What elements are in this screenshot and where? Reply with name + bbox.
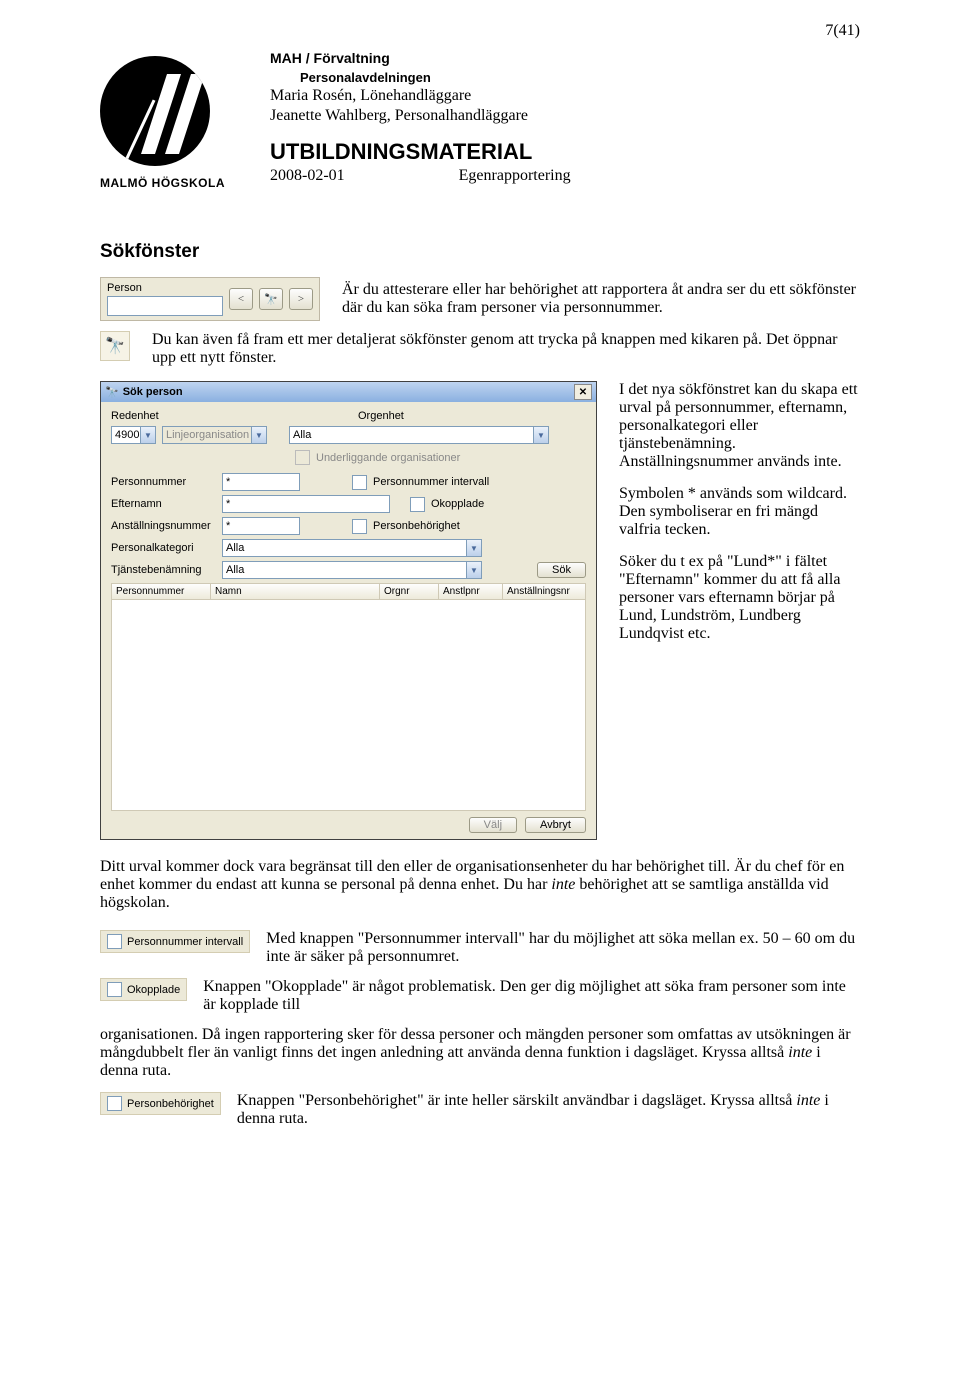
pkat-label: Personalkategori — [111, 542, 216, 554]
redenhet-label: Redenhet — [111, 410, 216, 422]
anstnr-label: Anställningsnummer — [111, 520, 216, 532]
chevron-down-icon: ▼ — [466, 562, 481, 578]
underliggande-checkbox — [295, 450, 310, 465]
binoculars-button[interactable]: 🔭 — [259, 288, 283, 310]
header-text: MAH / Förvaltning Personalavdelningen Ma… — [270, 50, 860, 201]
okopplade-icon-label: Okopplade — [127, 984, 180, 996]
pnr-intervall-icon-block: Personnummer intervall — [100, 930, 250, 953]
pnr-input[interactable]: * — [222, 473, 300, 491]
ital-inte-2: inte — [788, 1044, 812, 1061]
doc-date: 2008-02-01 — [270, 167, 345, 184]
person-label: Person — [107, 282, 223, 294]
chevron-down-icon: ▼ — [466, 540, 481, 556]
chevron-down-icon: ▼ — [533, 427, 548, 443]
linjeorg-dropdown: Linjeorganisation▼ — [162, 426, 267, 444]
checkbox-icon — [107, 934, 122, 949]
pnr-intervall-icon-label: Personnummer intervall — [127, 936, 243, 948]
okopplade-row: Okopplade Knappen "Okopplade" är något p… — [100, 978, 860, 1014]
malmo-logo-text: MALMÖ HÖGSKOLA — [100, 176, 270, 190]
okopplade-checkbox[interactable] — [410, 497, 425, 512]
dept-line: Personalavdelningen — [300, 70, 860, 85]
binoc-paragraph: Du kan även få fram ett mer detaljerat s… — [152, 331, 860, 367]
side-p3: Söker du t ex på "Lund*" i fältet "Efter… — [619, 553, 860, 643]
col-anstlpnr[interactable]: Anstlpnr — [439, 583, 503, 600]
personbehorighet-label: Personbehörighet — [373, 520, 460, 532]
orgenhet-dropdown[interactable]: Alla▼ — [289, 426, 549, 444]
redenhet-dropdown[interactable]: 4900▼ — [111, 426, 156, 444]
underliggande-label: Underliggande organisationer — [316, 452, 460, 464]
section-heading: Sökfönster — [100, 241, 860, 263]
personbehorighet-text: Knappen "Personbehörighet" är inte helle… — [237, 1092, 860, 1128]
orgenhet-label: Orgenhet — [358, 410, 463, 422]
person-input[interactable] — [107, 296, 223, 316]
material-title: UTBILDNINGSMATERIAL — [270, 139, 860, 165]
side-text: I det nya sökfönstret kan du skapa ett u… — [619, 381, 860, 657]
side-p1: I det nya sökfönstret kan du skapa ett u… — [619, 381, 860, 471]
binoc-row: 🔭 Du kan även få fram ett mer detaljerat… — [100, 331, 860, 367]
chevron-down-icon: ▼ — [140, 427, 155, 443]
pnr-intervall-text: Med knappen "Personnummer intervall" har… — [266, 930, 860, 966]
personbehorighet-row: Personbehörighet Knappen "Personbehörigh… — [100, 1092, 860, 1128]
dialog-titlebar: 🔭 Sök person ✕ — [101, 382, 596, 402]
dialog-title: Sök person — [123, 386, 183, 398]
binoculars-icon: 🔭 — [100, 331, 130, 361]
ital-inte-1: inte — [551, 876, 575, 893]
tjb-label: Tjänstebenämning — [111, 564, 216, 576]
date-subject: 2008-02-01 Egenrapportering — [270, 167, 860, 185]
col-anstallningsnr[interactable]: Anställningsnr — [503, 583, 586, 600]
document-header: MALMÖ HÖGSKOLA MAH / Förvaltning Persona… — [100, 50, 860, 201]
checkbox-icon — [107, 982, 122, 997]
results-header: Personnummer Namn Orgnr Anstlpnr Anställ… — [111, 583, 586, 600]
personbehorighet-checkbox[interactable] — [352, 519, 367, 534]
personbehorighet-icon-block: Personbehörighet — [100, 1092, 221, 1115]
author-1: Maria Rosén, Lönehandläggare — [270, 87, 860, 105]
pnr-intervall-checkbox[interactable] — [352, 475, 367, 490]
valj-button[interactable]: Välj — [469, 817, 517, 833]
dialog-title-icon: 🔭 — [105, 386, 119, 399]
doc-subject: Egenrapportering — [459, 167, 571, 184]
logo-column: MALMÖ HÖGSKOLA — [100, 50, 270, 201]
sok-button[interactable]: Sök — [537, 562, 586, 578]
checkbox-icon — [107, 1096, 122, 1111]
personbehorighet-icon-label: Personbehörighet — [127, 1098, 214, 1110]
body-p1: Ditt urval kommer dock vara begränsat ti… — [100, 858, 860, 912]
nav-prev-button[interactable]: < — [229, 288, 253, 310]
dialog-body: Redenhet Orgenhet 4900▼ Linjeorganisatio… — [101, 402, 596, 839]
col-orgnr[interactable]: Orgnr — [380, 583, 439, 600]
dialog-row: 🔭 Sök person ✕ Redenhet Orgenhet 4900▼ Li… — [100, 381, 860, 840]
col-namn[interactable]: Namn — [211, 583, 380, 600]
side-p2: Symbolen * används som wildcard. Den sym… — [619, 485, 860, 539]
search-person-dialog: 🔭 Sök person ✕ Redenhet Orgenhet 4900▼ Li… — [100, 381, 597, 840]
anstnr-input[interactable]: * — [222, 517, 300, 535]
person-search-row: Person < 🔭 > Är du attesterare eller har… — [100, 277, 860, 321]
pnr-intervall-row: Personnummer intervall Med knappen "Pers… — [100, 930, 860, 966]
okopplade-label: Okopplade — [431, 498, 484, 510]
ital-inte-3: inte — [796, 1092, 820, 1109]
person-mini-widget: Person < 🔭 > — [100, 277, 320, 321]
pnr-intervall-label: Personnummer intervall — [373, 476, 489, 488]
intro-paragraph: Är du attesterare eller har behörighet a… — [342, 281, 860, 317]
tjb-dropdown[interactable]: Alla▼ — [222, 561, 482, 579]
efternamn-input[interactable]: * — [222, 495, 390, 513]
pnr-label: Personnummer — [111, 476, 216, 488]
col-personnummer[interactable]: Personnummer — [111, 583, 211, 600]
okopplade-continuation: organisationen. Då ingen rapportering sk… — [100, 1026, 860, 1080]
efternamn-label: Efternamn — [111, 498, 216, 510]
author-2: Jeanette Wahlberg, Personalhandläggare — [270, 107, 860, 125]
results-body — [111, 600, 586, 811]
nav-next-button[interactable]: > — [289, 288, 313, 310]
chevron-down-icon: ▼ — [251, 427, 266, 443]
malmo-logo-mark — [100, 56, 210, 166]
close-icon[interactable]: ✕ — [574, 384, 592, 400]
avbryt-button[interactable]: Avbryt — [525, 817, 586, 833]
okopplade-icon-block: Okopplade — [100, 978, 187, 1001]
okopplade-text: Knappen "Okopplade" är något problematis… — [203, 978, 860, 1014]
org-line: MAH / Förvaltning — [270, 50, 860, 66]
page-number: 7(41) — [825, 22, 860, 40]
pkat-dropdown[interactable]: Alla▼ — [222, 539, 482, 557]
